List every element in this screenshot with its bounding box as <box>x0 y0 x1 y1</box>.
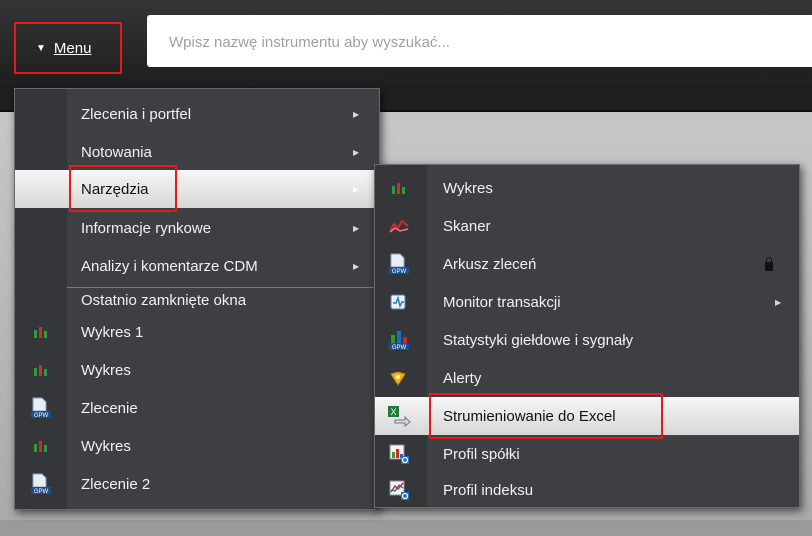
scanner-icon <box>388 217 410 235</box>
tools-item-wykres[interactable]: Wykres <box>375 169 799 207</box>
recent-item-label: Wykres 1 <box>81 323 144 341</box>
search-box[interactable] <box>147 15 812 69</box>
lock-icon <box>765 257 773 271</box>
chart-icon <box>32 323 50 341</box>
recent-item-label: Wykres <box>81 361 131 379</box>
gpw-document-icon: GPW <box>29 472 53 496</box>
alert-bell-icon <box>389 369 407 387</box>
tools-item-label: Skaner <box>443 217 491 235</box>
recent-windows-header: Ostatnio zamknięte okna <box>15 287 379 313</box>
submenu-arrow-icon: ▶ <box>353 184 360 194</box>
company-profile-icon <box>387 442 411 466</box>
recent-item-zlecenie-2[interactable]: GPW Zlecenie 2 <box>15 465 379 503</box>
menu-item-analizy-i-komentarze[interactable]: Analizy i komentarze CDM ▶ <box>15 247 379 285</box>
svg-text:GPW: GPW <box>392 269 407 275</box>
main-menu: Zlecenia i portfel ▶ Notowania ▶ Narzędz… <box>14 88 380 510</box>
gpw-document-icon: GPW <box>387 252 411 276</box>
menu-item-informacje-rynkowe[interactable]: Informacje rynkowe ▶ <box>15 209 379 247</box>
menu-item-label: Analizy i komentarze CDM <box>81 257 258 275</box>
submenu-arrow-icon: ▶ <box>775 297 782 307</box>
excel-stream-icon: X <box>387 405 411 427</box>
submenu-arrow-icon: ▶ <box>353 147 360 157</box>
gpw-stats-icon: GPW <box>387 328 411 352</box>
menu-item-label: Informacje rynkowe <box>81 219 212 237</box>
submenu-arrow-icon: ▶ <box>353 223 360 233</box>
gpw-document-icon: GPW <box>29 396 53 420</box>
status-strip <box>0 520 812 536</box>
recent-item-label: Zlecenie 2 <box>81 475 151 493</box>
tools-item-alerty[interactable]: Alerty <box>375 359 799 397</box>
search-input[interactable] <box>147 15 812 69</box>
submenu-arrow-icon: ▶ <box>353 109 360 119</box>
menu-item-label: Notowania <box>81 143 152 161</box>
svg-text:X: X <box>390 407 396 417</box>
recent-item-label: Zlecenie <box>81 399 138 417</box>
recent-item-label: Wykres <box>81 437 131 455</box>
chart-icon <box>32 361 50 379</box>
tools-item-label: Profil spółki <box>443 445 520 463</box>
chart-icon <box>32 437 50 455</box>
svg-text:GPW: GPW <box>34 489 49 495</box>
tools-item-profil-indeksu[interactable]: Profil indeksu <box>375 471 799 509</box>
chart-icon <box>390 179 408 197</box>
tools-item-label: Statystyki giełdowe i sygnały <box>443 331 634 349</box>
menu-item-zlecenia-i-portfel[interactable]: Zlecenia i portfel ▶ <box>15 95 379 133</box>
tools-item-label: Wykres <box>443 179 493 197</box>
tools-item-label: Arkusz zleceń <box>443 255 537 273</box>
menu-button-label: Menu <box>53 39 92 57</box>
svg-text:GPW: GPW <box>392 345 407 351</box>
tools-item-label: Profil indeksu <box>443 481 534 499</box>
tools-item-profil-spolki[interactable]: Profil spółki <box>375 435 799 473</box>
excel-highlight-box <box>429 393 663 439</box>
submenu-arrow-icon: ▶ <box>353 261 360 271</box>
narzedzia-highlight-box <box>69 165 177 212</box>
tools-item-monitor-transakcji[interactable]: Monitor transakcji ▶ <box>375 283 799 321</box>
svg-text:GPW: GPW <box>34 413 49 419</box>
tools-submenu: Wykres Skaner GPW Arkusz zleceń Monitor … <box>374 164 800 508</box>
tools-item-label: Monitor transakcji <box>443 293 561 311</box>
menu-button[interactable]: ▼ Menu <box>14 22 122 74</box>
recent-item-wykres-2[interactable]: Wykres <box>15 427 379 465</box>
menu-item-label: Zlecenia i portfel <box>81 105 192 123</box>
caret-down-icon: ▼ <box>36 42 46 54</box>
index-profile-icon <box>387 478 411 502</box>
tools-item-skaner[interactable]: Skaner <box>375 207 799 245</box>
tools-item-statystyki[interactable]: GPW Statystyki giełdowe i sygnały <box>375 321 799 359</box>
monitor-icon <box>389 293 407 311</box>
tools-item-arkusz-zlecen[interactable]: GPW Arkusz zleceń <box>375 245 799 283</box>
recent-header-label: Ostatnio zamknięte okna <box>81 291 247 309</box>
tools-item-label: Alerty <box>443 369 482 387</box>
recent-item-zlecenie[interactable]: GPW Zlecenie <box>15 389 379 427</box>
recent-item-wykres-1[interactable]: Wykres 1 <box>15 313 379 351</box>
recent-item-wykres[interactable]: Wykres <box>15 351 379 389</box>
